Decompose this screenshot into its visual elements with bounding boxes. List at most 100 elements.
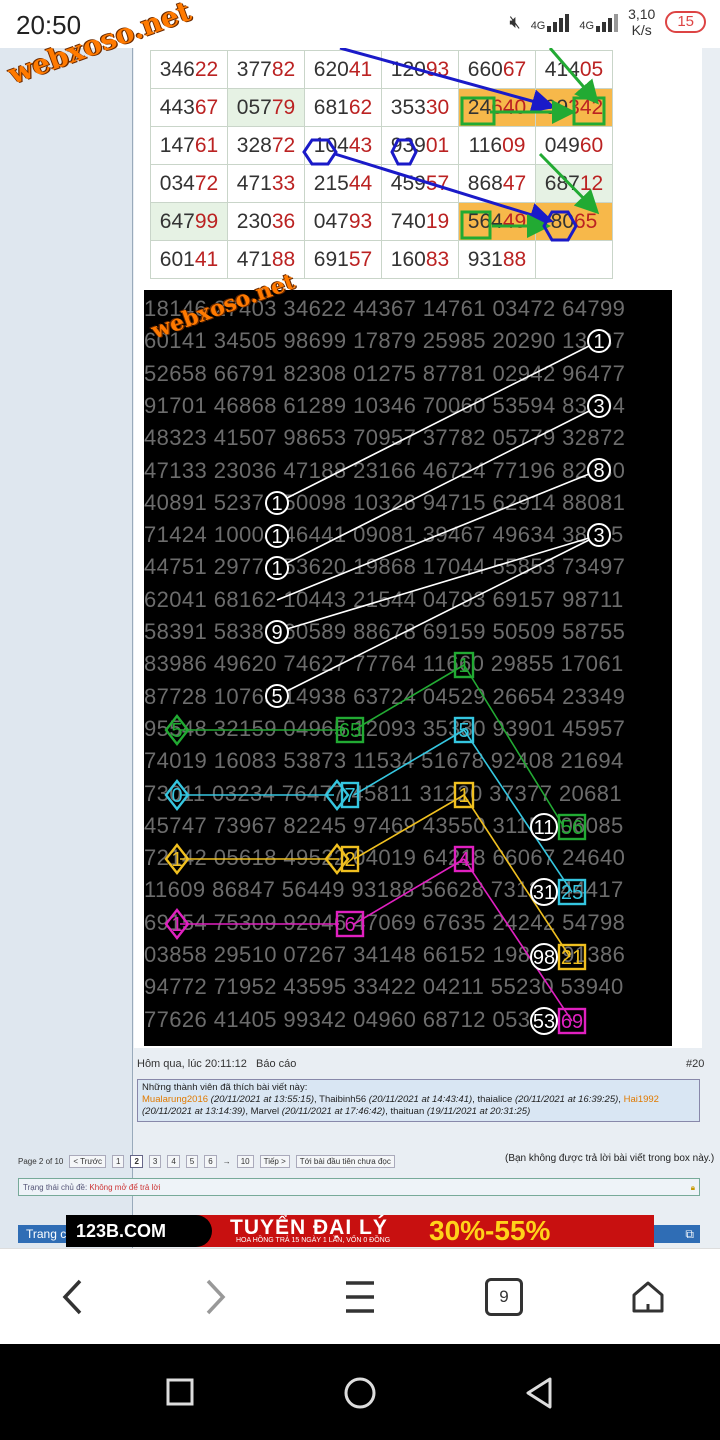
cell-suffix: 342: [568, 95, 604, 119]
table-cell: 24640: [458, 88, 536, 127]
page-link[interactable]: 6: [204, 1155, 217, 1168]
status-icons: 🔇︎ 4G 4G 3,10 K/s 15: [509, 6, 706, 38]
table-cell: 37782: [227, 50, 305, 89]
cell-prefix: 160: [390, 247, 426, 271]
circle-mark-label: 11: [534, 817, 555, 839]
menu-button[interactable]: [336, 1275, 384, 1319]
speed-unit: K/s: [631, 22, 652, 38]
cell-suffix: 05: [579, 57, 604, 81]
table-cell: 66067: [458, 50, 536, 89]
like-user[interactable]: thaituan: [390, 1106, 424, 1117]
table-row: 14761 32872 10443 93901 11609 04960: [150, 126, 613, 165]
diamond-mark-label: 0: [171, 785, 182, 807]
page-link[interactable]: 2: [130, 1155, 143, 1168]
back-triangle-icon[interactable]: [524, 1376, 554, 1410]
page-arrow: →: [222, 1157, 231, 1166]
like-user[interactable]: Marvel: [251, 1106, 280, 1117]
next-page-button[interactable]: Tiếp >: [259, 1155, 290, 1168]
chevron-left-icon: [62, 1279, 82, 1315]
box-mark-label: 4: [458, 849, 469, 871]
link-line: [276, 405, 600, 569]
back-button[interactable]: [48, 1275, 96, 1319]
network-type-1: 4G: [530, 20, 546, 32]
cell-prefix: 681: [313, 95, 349, 119]
cell-suffix: 62: [348, 95, 373, 119]
table-cell: 32872: [227, 126, 305, 165]
circle-mark-label: 53: [533, 1011, 555, 1033]
table-cell: 10443: [304, 126, 382, 165]
cell-prefix: 057: [236, 95, 272, 119]
box-mark-label: 5: [458, 720, 469, 742]
cell-prefix: 353: [390, 95, 426, 119]
table-cell: 8065: [535, 202, 613, 241]
thread-status: Trạng thái chủ đề: Không mở để trả lời 🔒…: [18, 1178, 700, 1196]
cell-suffix: 79: [271, 95, 296, 119]
like-time: (20/11/2021 at 16:39:25): [514, 1094, 619, 1105]
cell-prefix: 120: [390, 57, 426, 81]
page-link[interactable]: 1: [111, 1155, 125, 1168]
report-link[interactable]: Báo cáo: [256, 1058, 296, 1070]
page-last[interactable]: 10: [236, 1155, 254, 1168]
table-cell: 03472: [150, 164, 228, 203]
cell-suffix: 01: [425, 133, 450, 157]
table-cell: 14761: [150, 126, 228, 165]
cell-suffix: 19: [425, 209, 450, 233]
cell-suffix: 88: [271, 247, 296, 271]
cell-prefix: 328: [236, 133, 272, 157]
ad-subtitle: HOA HỒNG TRẢ 15 NGÀY 1 LẦN, VỐN 0 ĐỒNG: [236, 1237, 391, 1244]
like-user[interactable]: Mualarung2016: [142, 1094, 208, 1105]
circle-mark-label: 3: [593, 525, 604, 547]
like-user[interactable]: Hai1992: [624, 1094, 659, 1105]
circle-mark-label: 1: [271, 526, 282, 548]
cell-prefix: 471: [236, 247, 272, 271]
cell-prefix: 443: [159, 95, 195, 119]
cell-prefix: 687: [544, 171, 580, 195]
home-button[interactable]: [624, 1275, 672, 1319]
link-line: [276, 340, 600, 504]
post-number[interactable]: #20: [686, 1058, 704, 1070]
tabs-button[interactable]: 9: [480, 1275, 528, 1319]
pagination: Page 2 of 10 < Trước 123456 → 10 Tiếp > …: [18, 1155, 395, 1168]
signal-2: 4G: [579, 12, 619, 32]
network-type-2: 4G: [579, 20, 595, 32]
cell-suffix: 67: [194, 95, 219, 119]
forward-button[interactable]: [192, 1275, 240, 1319]
table-cell: 56449: [458, 202, 536, 241]
cell-prefix: 620: [313, 57, 349, 81]
circle-mark-label: 31: [533, 882, 555, 904]
likes-list: Mualarung2016 (20/11/2021 at 13:55:15), …: [142, 1094, 659, 1117]
cell-suffix: 93: [425, 57, 450, 81]
link-line: [276, 534, 600, 633]
no-reply-notice: (Bạn không được trả lời bài viết trong b…: [505, 1153, 715, 1164]
prev-page-button[interactable]: < Trước: [69, 1155, 106, 1168]
diamond-mark-label: 1: [171, 914, 182, 936]
circle-mark-label: 98: [533, 947, 555, 969]
like-user[interactable]: Thaibinh56: [319, 1094, 366, 1105]
table-cell: [535, 240, 613, 279]
net-speed: 3,10 K/s: [628, 6, 655, 38]
battery-icon: 15: [665, 11, 706, 33]
table-cell: 04793: [304, 202, 382, 241]
cell-suffix: 60: [579, 133, 604, 157]
table-cell: 68162: [304, 88, 382, 127]
ad-banner[interactable]: 123B.COM TUYỂN ĐẠI LÝ 30%-55% HOA HỒNG T…: [66, 1215, 654, 1247]
cell-prefix: 471: [236, 171, 272, 195]
cell-prefix: 660: [467, 57, 503, 81]
like-time: (20/11/2021 at 13:55:15): [210, 1094, 315, 1105]
expand-icon[interactable]: ⧉: [685, 1225, 694, 1243]
table-row: 60141 47188 69157 16083 93188: [150, 240, 613, 279]
table-cell: 35330: [381, 88, 459, 127]
page-link[interactable]: 5: [185, 1155, 199, 1168]
page-link[interactable]: 4: [167, 1155, 180, 1168]
home-circle-icon[interactable]: [343, 1376, 377, 1410]
footer-label[interactable]: Trang c: [26, 1227, 66, 1241]
cell-suffix: 88: [502, 247, 527, 271]
cell-suffix: 57: [348, 247, 373, 271]
ad-logo: 123B.COM: [66, 1215, 212, 1247]
like-user[interactable]: thaialice: [477, 1094, 512, 1105]
recents-icon[interactable]: [166, 1378, 194, 1406]
first-unread-button[interactable]: Tới bài đầu tiên chưa đọc: [295, 1155, 395, 1168]
page-link[interactable]: 3: [148, 1155, 162, 1168]
cell-suffix: 36: [271, 209, 296, 233]
circle-mark-label: 5: [271, 686, 282, 708]
